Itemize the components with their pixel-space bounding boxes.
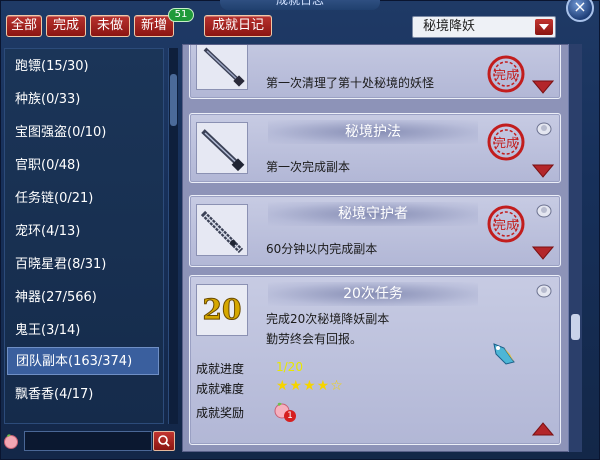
achievement-description: 第一次清理了第十处秘境的妖怪 [266, 76, 435, 90]
window-title: 成就日志 [220, 0, 380, 10]
sidebar-item-pet-ring[interactable]: 宠环(4/13) [7, 218, 159, 246]
sidebar-item-ghost-king[interactable]: 鬼王(3/14) [7, 317, 159, 345]
collapse-arrow-icon[interactable] [532, 422, 554, 436]
reward-item[interactable]: 1 [272, 400, 296, 422]
completed-seal-icon: 完成 [487, 205, 525, 243]
category-list: 跑镖(15/30) 种族(0/33) 宝图强盗(0/10) 官职(0/48) 任… [4, 48, 164, 424]
achievement-icon [196, 122, 248, 174]
tab-completed[interactable]: 完成 [46, 15, 86, 37]
progress-label: 成就进度 [196, 362, 245, 376]
category-dropdown-value: 秘境降妖 [423, 19, 476, 34]
achievement-description-line2: 勤劳终会有回报。 [266, 332, 363, 346]
expand-arrow-icon[interactable] [532, 246, 554, 260]
achievement-scrollbar[interactable] [568, 44, 582, 452]
sword-icon [200, 210, 244, 254]
achievement-scrollbar-thumb[interactable] [571, 314, 580, 340]
sidebar-item-escort[interactable]: 跑镖(15/30) [7, 53, 159, 81]
achievement-icon-number: 20 [202, 293, 242, 327]
chevron-down-icon[interactable] [535, 19, 553, 35]
achievement-title: 秘境护法 [268, 120, 478, 144]
reward-label: 成就奖励 [196, 406, 245, 420]
difficulty-label: 成就难度 [196, 382, 245, 396]
progress-value: 1/20 [276, 360, 303, 374]
gem-icon [493, 343, 515, 365]
achievement-card[interactable]: 秘境守护者 60分钟以内完成副本 完成 [189, 195, 561, 267]
sidebar-scrollbar-thumb[interactable] [170, 74, 177, 126]
reward-count-badge: 1 [284, 410, 296, 422]
completed-seal-icon: 完成 [487, 123, 525, 161]
sword-icon [203, 47, 245, 87]
peach-icon [4, 434, 18, 449]
sidebar-item-artifact[interactable]: 神器(27/566) [7, 284, 159, 312]
sword-icon [201, 129, 245, 172]
category-dropdown[interactable]: 秘境降妖 [412, 16, 556, 38]
achievement-title: 20次任务 [268, 282, 478, 306]
tab-all[interactable]: 全部 [6, 15, 42, 37]
achievement-icon [196, 204, 248, 256]
achievement-card[interactable]: 第一次清理了第十处秘境的妖怪 完成 [189, 45, 561, 99]
sidebar-item-race[interactable]: 种族(0/33) [7, 86, 159, 114]
sidebar-item-piaoxiangxiang[interactable]: 飘香香(4/17) [7, 381, 159, 409]
achievement-card-expanded[interactable]: 20 20次任务 完成20次秘境降妖副本 勤劳终会有回报。 成就进度 1/20 … [189, 275, 561, 445]
sidebar-item-baixiao-xingjun[interactable]: 百晓星君(8/31) [7, 251, 159, 279]
seal-text: 完成 [494, 135, 518, 150]
achievement-description: 60分钟以内完成副本 [266, 242, 378, 256]
search-area [0, 428, 180, 456]
sidebar-item-team-dungeon[interactable]: 团队副本(163/374) [7, 347, 159, 375]
expand-arrow-icon[interactable] [532, 80, 554, 94]
search-input[interactable] [24, 431, 152, 451]
sidebar-item-quest-chain[interactable]: 任务链(0/21) [7, 185, 159, 213]
seal-text: 完成 [494, 217, 518, 232]
expand-arrow-icon[interactable] [532, 164, 554, 178]
achievement-card[interactable]: 秘境护法 第一次完成副本 完成 [189, 113, 561, 183]
achievement-description-line1: 完成20次秘境降妖副本 [266, 312, 390, 326]
search-button[interactable] [153, 431, 175, 451]
search-icon [158, 435, 170, 447]
sidebar-item-official-post[interactable]: 官职(0/48) [7, 152, 159, 180]
seal-text: 完成 [494, 67, 518, 82]
completed-seal-icon: 完成 [487, 55, 525, 93]
achievement-icon [196, 45, 248, 90]
achievement-diary-button[interactable]: 成就日记 [204, 15, 272, 37]
difficulty-stars: ★★★★☆ [276, 378, 344, 394]
sidebar-item-treasure-bandits[interactable]: 宝图强盗(0/10) [7, 119, 159, 147]
tab-not-done[interactable]: 未做 [90, 15, 130, 37]
achievement-description: 第一次完成副本 [266, 160, 351, 174]
sidebar-scrollbar[interactable] [168, 48, 178, 424]
share-icon[interactable] [534, 202, 554, 220]
achievement-list: 第一次清理了第十处秘境的妖怪 完成 秘境护法 第一次完成副本 完成 秘境守护者 … [182, 44, 582, 452]
share-icon[interactable] [534, 120, 554, 138]
new-count-badge: 51 [168, 8, 194, 22]
share-icon[interactable] [534, 282, 554, 300]
achievement-title: 秘境守护者 [268, 202, 478, 226]
achievement-icon: 20 [196, 284, 248, 336]
